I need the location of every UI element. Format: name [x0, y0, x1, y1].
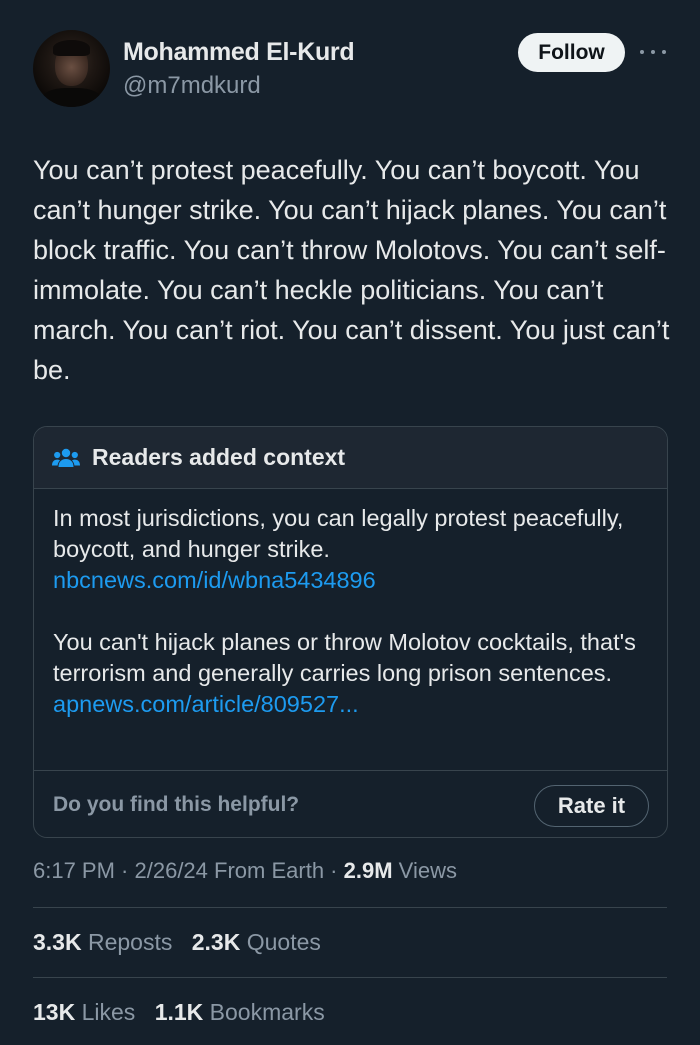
views-count: 2.9M [343, 858, 393, 883]
bookmarks-stat[interactable]: 1.1K Bookmarks [155, 999, 325, 1025]
bookmarks-count: 1.1K [154, 999, 204, 1025]
helpful-question: Do you find this helpful? [53, 793, 300, 816]
stats-row-engagement: 3.3K Reposts 2.3K Quotes [33, 929, 334, 956]
note-source-link[interactable]: nbcnews.com/id/wbna5434896 [53, 565, 648, 596]
note-source-link[interactable]: apnews.com/article/809527... [53, 689, 648, 720]
community-note-title: Readers added context [92, 444, 346, 470]
reposts-count: 3.3K [33, 929, 82, 955]
author-name[interactable]: Mohammed El-Kurd [123, 38, 355, 67]
bookmarks-label: Bookmarks [209, 999, 325, 1025]
likes-stat[interactable]: 13K Likes [33, 999, 135, 1025]
community-note: Readers added context In most jurisdicti… [33, 426, 668, 838]
tweet-header: Mohammed El-Kurd @m7mdkurd Follow [0, 0, 700, 120]
community-note-footer: Do you find this helpful? Rate it [34, 770, 667, 837]
stats-row-likes: 13K Likes 1.1K Bookmarks [33, 999, 338, 1026]
tweet-date[interactable]: 2/26/24 [135, 858, 208, 883]
more-options-icon[interactable] [640, 42, 666, 62]
avatar-hair [53, 40, 90, 56]
divider [33, 977, 667, 978]
quotes-label: Quotes [246, 929, 321, 955]
likes-count: 13K [33, 999, 76, 1025]
people-icon [52, 448, 80, 467]
divider [33, 907, 667, 908]
tweet-time[interactable]: 6:17 PM [33, 858, 115, 883]
author-handle[interactable]: @m7mdkurd [123, 72, 261, 100]
reposts-label: Reposts [87, 929, 173, 955]
views-label: Views [398, 858, 457, 883]
tweet-meta: 6:17 PM · 2/26/24 From Earth · 2.9M View… [33, 858, 457, 883]
quotes-stat[interactable]: 2.3K Quotes [192, 929, 321, 955]
rate-it-button[interactable]: Rate it [534, 785, 649, 827]
community-note-body: In most jurisdictions, you can legally p… [34, 489, 667, 769]
quotes-count: 2.3K [191, 929, 241, 955]
likes-label: Likes [81, 999, 136, 1025]
note-paragraph: You can't hijack planes or throw Molotov… [53, 629, 636, 686]
reposts-stat[interactable]: 3.3K Reposts [33, 929, 172, 955]
tweet-text: You can’t protest peacefully. You can’t … [33, 155, 670, 385]
avatar[interactable] [33, 30, 110, 107]
follow-button[interactable]: Follow [518, 33, 625, 72]
note-paragraph: In most jurisdictions, you can legally p… [53, 505, 624, 562]
avatar-shirt [41, 88, 102, 107]
community-note-header: Readers added context [34, 427, 667, 489]
tweet-source: From Earth [214, 858, 325, 883]
